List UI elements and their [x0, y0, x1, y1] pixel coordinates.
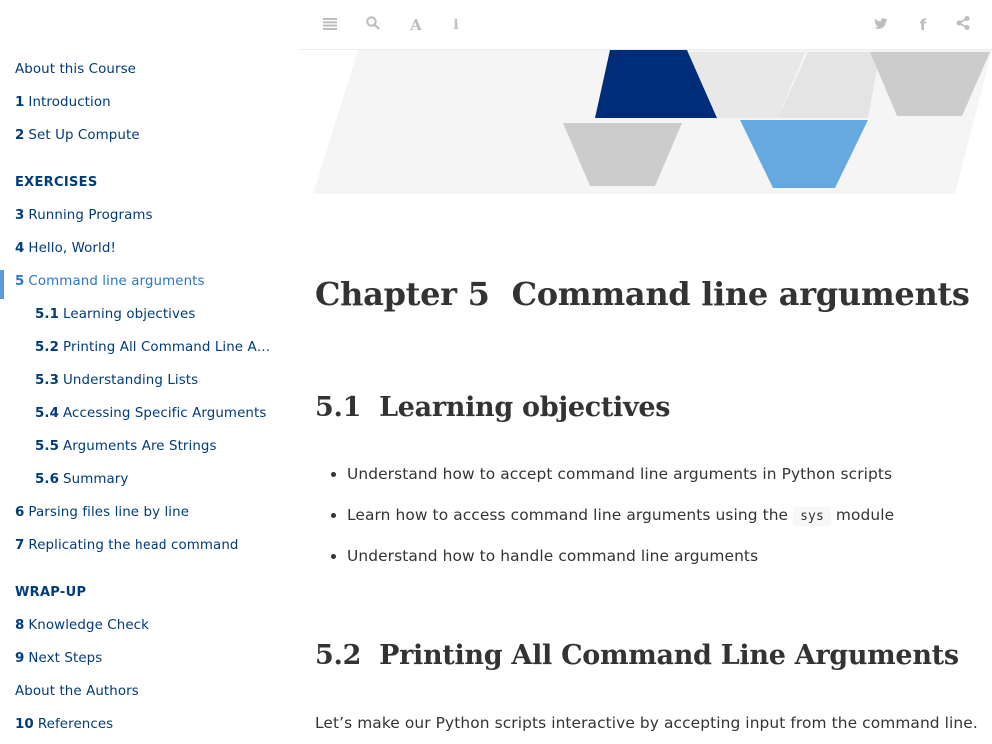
table-of-contents: About this Course 1 Introduction 2 Set Up … [0, 58, 300, 744]
toc-item-printing-all-args[interactable]: 5.2 Printing All Command Line Argu… [0, 336, 300, 369]
toc-item-references[interactable]: 10 References [0, 713, 300, 744]
facebook-icon[interactable]: f [913, 15, 933, 35]
toc-item-about-authors[interactable]: About the Authors [0, 680, 300, 713]
font-icon[interactable]: A [406, 15, 426, 35]
list-item: Understand how to handle command line ar… [347, 544, 894, 585]
toc-item-set-up-compute[interactable]: 2 Set Up Compute [0, 124, 300, 157]
menu-icon[interactable] [320, 15, 340, 35]
course-banner [300, 50, 992, 200]
toc-item-accessing-specific-args[interactable]: 5.4 Accessing Specific Arguments [0, 402, 300, 435]
twitter-icon[interactable] [871, 15, 891, 35]
toc-item-replicating-head[interactable]: 7 Replicating the head command [0, 534, 300, 567]
toc-item-next-steps[interactable]: 9 Next Steps [0, 647, 300, 680]
toc-item-knowledge-check[interactable]: 8 Knowledge Check [0, 614, 300, 647]
section-heading-printing-args: 5.2 Printing All Command Line Arguments [315, 640, 959, 671]
toc-item-learning-objectives[interactable]: 5.1 Learning objectives [0, 303, 300, 336]
objectives-list: Understand how to accept command line ar… [347, 462, 894, 585]
sidebar: About this Course 1 Introduction 2 Set Up … [0, 0, 300, 744]
toc-item-command-line-arguments[interactable]: 5 Command line arguments [0, 270, 300, 303]
share-icon[interactable] [953, 15, 973, 35]
intro-paragraph: Let’s make our Python scripts interactiv… [315, 714, 978, 732]
list-item: Learn how to access command line argumen… [347, 503, 894, 544]
toc-item-about-course[interactable]: About this Course [0, 58, 300, 91]
toc-item-arguments-are-strings[interactable]: 5.5 Arguments Are Strings [0, 435, 300, 468]
active-indicator [0, 270, 4, 299]
chapter-title: Chapter 5 Command line arguments [315, 275, 970, 313]
toc-item-running-programs[interactable]: 3 Running Programs [0, 204, 300, 237]
toc-item-summary[interactable]: 5.6 Summary [0, 468, 300, 501]
toc-header-exercises: EXERCISES [15, 175, 98, 190]
toc-item-introduction[interactable]: 1 Introduction [0, 91, 300, 124]
toc-item-hello-world[interactable]: 4 Hello, World! [0, 237, 300, 270]
top-toolbar: A i f [300, 0, 992, 50]
search-icon[interactable] [363, 15, 383, 35]
toc-item-understanding-lists[interactable]: 5.3 Understanding Lists [0, 369, 300, 402]
toc-item-parsing-files[interactable]: 6 Parsing files line by line [0, 501, 300, 534]
list-item: Understand how to accept command line ar… [347, 462, 894, 503]
section-heading-learning-objectives: 5.1 Learning objectives [315, 392, 671, 423]
info-icon[interactable]: i [446, 15, 466, 35]
toc-header-wrap-up: WRAP-UP [15, 585, 87, 600]
inline-code: sys [793, 507, 831, 526]
